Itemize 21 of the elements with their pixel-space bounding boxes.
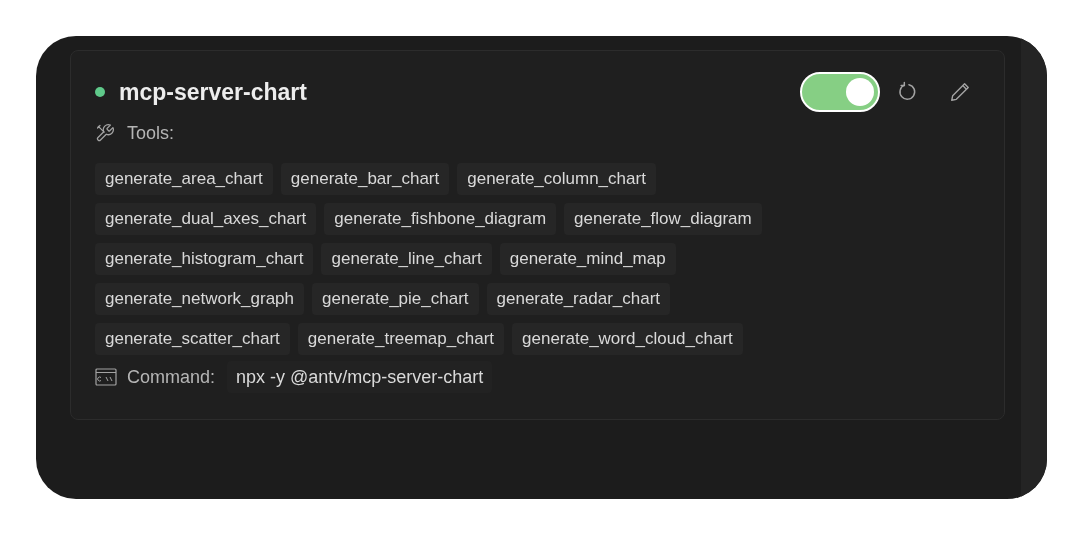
tool-tag: generate_dual_axes_chart: [95, 203, 317, 235]
tool-tag: generate_histogram_chart: [95, 243, 314, 275]
tool-tag: generate_fishbone_diagram: [324, 203, 557, 235]
toggle-switch[interactable]: [800, 72, 880, 112]
tool-tag: generate_pie_chart: [312, 283, 479, 315]
tool-tag: generate_line_chart: [321, 243, 492, 275]
tool-tag: generate_treemap_chart: [297, 323, 505, 355]
command-label: Command:: [127, 365, 216, 389]
tools-icon: [95, 123, 115, 143]
tool-tag: generate_bar_chart: [280, 163, 450, 195]
tool-tag: generate_area_chart: [95, 163, 273, 195]
tool-tag: generate_mind_map: [499, 243, 676, 275]
terminal-icon: [95, 368, 117, 386]
tool-tag: generate_word_cloud_chart: [512, 323, 743, 355]
tool-tag: generate_radar_chart: [486, 283, 671, 315]
tool-tag: generate_flow_diagram: [564, 203, 762, 235]
tools-label: Tools:: [127, 121, 175, 145]
tool-tag: generate_network_graph: [95, 283, 305, 315]
server-name: mcp-server-chart: [119, 77, 307, 107]
tool-tag: generate_scatter_chart: [95, 323, 290, 355]
tool-tag: generate_column_chart: [457, 163, 656, 195]
